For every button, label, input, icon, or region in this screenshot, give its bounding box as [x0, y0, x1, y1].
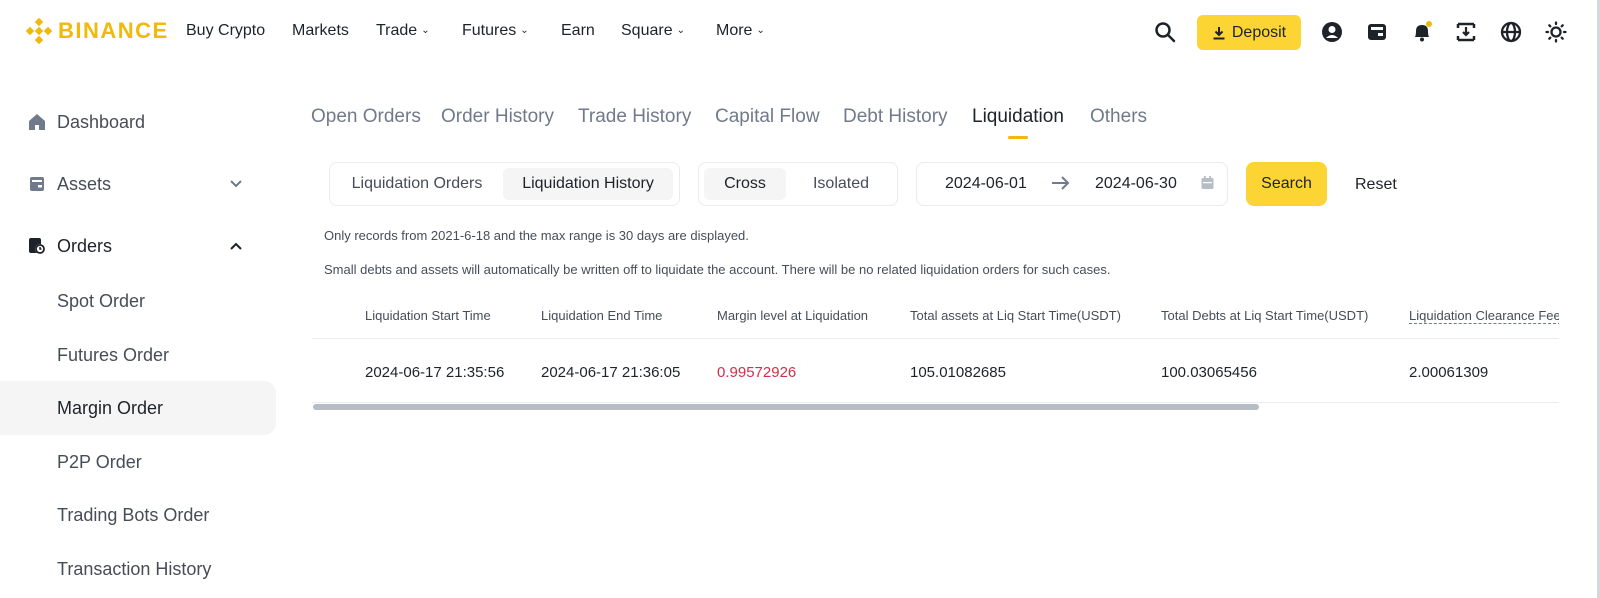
cell-total-assets: 105.01082685 [910, 364, 1006, 381]
sidebar-item-spot-order[interactable]: Spot Order [0, 274, 276, 328]
liquidation-history-option[interactable]: Liquidation History [503, 168, 673, 200]
nav-label: Futures [462, 22, 517, 39]
bell-icon[interactable] [1410, 20, 1434, 44]
liquidation-orders-option[interactable]: Liquidation Orders [336, 168, 498, 200]
deposit-button[interactable]: Deposit [1197, 15, 1301, 50]
search-button[interactable]: Search [1246, 162, 1327, 206]
sidebar-item-orders[interactable]: Orders [0, 219, 276, 273]
tab-others[interactable]: Others [1090, 106, 1147, 128]
date-range-picker[interactable]: 2024-06-01 2024-06-30 [916, 162, 1228, 206]
margin-mode-toggle: Cross Isolated [698, 162, 898, 206]
column-header-liq-start-time[interactable]: Liquidation Start Time [365, 308, 491, 323]
nav-more[interactable]: More ⌄ [716, 22, 765, 40]
top-navigation: BINANCE Buy Crypto Markets Trade ⌄ Future… [0, 0, 1600, 66]
tab-liquidation[interactable]: Liquidation [972, 106, 1064, 128]
cell-liq-end-time: 2024-06-17 21:36:05 [541, 364, 681, 381]
sidebar-item-dashboard[interactable]: Dashboard [0, 95, 276, 149]
sidebar-item-label: Futures Order [57, 344, 170, 365]
sidebar-item-label: Assets [57, 173, 112, 194]
cell-clearance-fee: 2.00061309 [1409, 364, 1489, 381]
sidebar-item-label: Spot Order [57, 290, 146, 311]
tab-order-history[interactable]: Order History [441, 106, 554, 128]
home-icon [27, 112, 47, 132]
binance-logo-icon [26, 18, 52, 44]
tab-trade-history[interactable]: Trade History [578, 106, 691, 128]
sidebar-item-label: Trading Bots Order [57, 504, 210, 525]
calendar-icon[interactable] [1201, 176, 1214, 195]
nav-earn[interactable]: Earn [561, 22, 595, 40]
search-icon[interactable] [1153, 20, 1177, 44]
active-tab-indicator [1008, 136, 1028, 139]
wallet-icon [27, 174, 47, 194]
arrow-right-icon [1051, 175, 1071, 196]
column-header-total-assets[interactable]: Total assets at Liq Start Time(USDT) [910, 308, 1121, 323]
nav-label: Trade [376, 22, 418, 39]
user-icon[interactable] [1320, 20, 1344, 44]
sidebar-item-label: Dashboard [57, 111, 146, 132]
tab-open-orders[interactable]: Open Orders [311, 106, 421, 128]
chevron-down-icon: ⌄ [520, 24, 529, 36]
order-type-toggle: Liquidation Orders Liquidation History [329, 162, 680, 206]
theme-icon[interactable] [1544, 20, 1568, 44]
download-app-icon[interactable] [1454, 20, 1478, 44]
horizontal-scrollbar[interactable] [313, 404, 1259, 410]
cell-total-debts: 100.03065456 [1161, 364, 1257, 381]
nav-label: More [716, 22, 753, 39]
chevron-down-icon: ⌄ [756, 24, 765, 36]
column-header-clearance-fee[interactable]: Liquidation Clearance Fee [1409, 308, 1559, 324]
nav-label: Earn [561, 22, 595, 39]
cell-margin-level: 0.99572926 [717, 364, 797, 381]
sidebar-item-label: Orders [57, 235, 113, 256]
sidebar-item-futures-order[interactable]: Futures Order [0, 328, 276, 382]
download-icon [1213, 26, 1225, 39]
column-header-liq-end-time[interactable]: Liquidation End Time [541, 308, 662, 323]
sidebar-item-label: Transaction History [57, 558, 212, 579]
chevron-down-icon [230, 177, 242, 191]
nav-label: Square [621, 22, 673, 39]
nav-markets[interactable]: Markets [292, 22, 349, 40]
cell-liq-start-time: 2024-06-17 21:35:56 [365, 364, 505, 381]
chevron-down-icon: ⌄ [421, 24, 430, 36]
date-to-field[interactable]: 2024-06-30 [1095, 175, 1177, 193]
date-from-field[interactable]: 2024-06-01 [945, 175, 1027, 193]
wallet-icon[interactable] [1365, 20, 1389, 44]
nav-buy-crypto[interactable]: Buy Crypto [186, 22, 265, 40]
brand-name: BINANCE [58, 18, 169, 43]
sidebar-item-label: P2P Order [57, 451, 142, 472]
sidebar-item-label: Margin Order [57, 397, 164, 418]
chevron-down-icon: ⌄ [676, 24, 685, 36]
small-debts-note: Small debts and assets will automaticall… [324, 262, 1111, 277]
nav-square[interactable]: Square ⌄ [621, 22, 685, 40]
nav-futures[interactable]: Futures ⌄ [462, 22, 529, 40]
sidebar-item-margin-order[interactable]: Margin Order [0, 381, 276, 435]
nav-label: Markets [292, 22, 349, 39]
reset-button[interactable]: Reset [1355, 176, 1397, 194]
nav-label: Buy Crypto [186, 22, 266, 39]
sidebar-item-trading-bots-order[interactable]: Trading Bots Order [0, 488, 276, 542]
tab-capital-flow[interactable]: Capital Flow [715, 106, 820, 128]
deposit-label: Deposit [1231, 23, 1287, 41]
binance-logo[interactable]: BINANCE [26, 18, 169, 44]
tab-debt-history[interactable]: Debt History [843, 106, 948, 128]
chevron-up-icon [230, 239, 242, 253]
range-note: Only records from 2021-6-18 and the max … [324, 228, 749, 243]
column-header-total-debts[interactable]: Total Debts at Liq Start Time(USDT) [1161, 308, 1368, 323]
sidebar-item-assets[interactable]: Assets [0, 157, 276, 211]
orders-icon [27, 236, 47, 256]
liquidation-table: Liquidation Start Time Liquidation End T… [312, 296, 1559, 408]
sidebar-item-transaction-history[interactable]: Transaction History [0, 542, 276, 596]
header-divider [312, 338, 1559, 339]
cross-option[interactable]: Cross [704, 168, 786, 200]
nav-trade[interactable]: Trade ⌄ [376, 22, 430, 40]
row-divider [312, 402, 1559, 403]
globe-icon[interactable] [1499, 20, 1523, 44]
column-header-margin-level[interactable]: Margin level at Liquidation [717, 308, 868, 323]
isolated-option[interactable]: Isolated [795, 168, 887, 200]
sidebar-item-p2p-order[interactable]: P2P Order [0, 435, 276, 489]
